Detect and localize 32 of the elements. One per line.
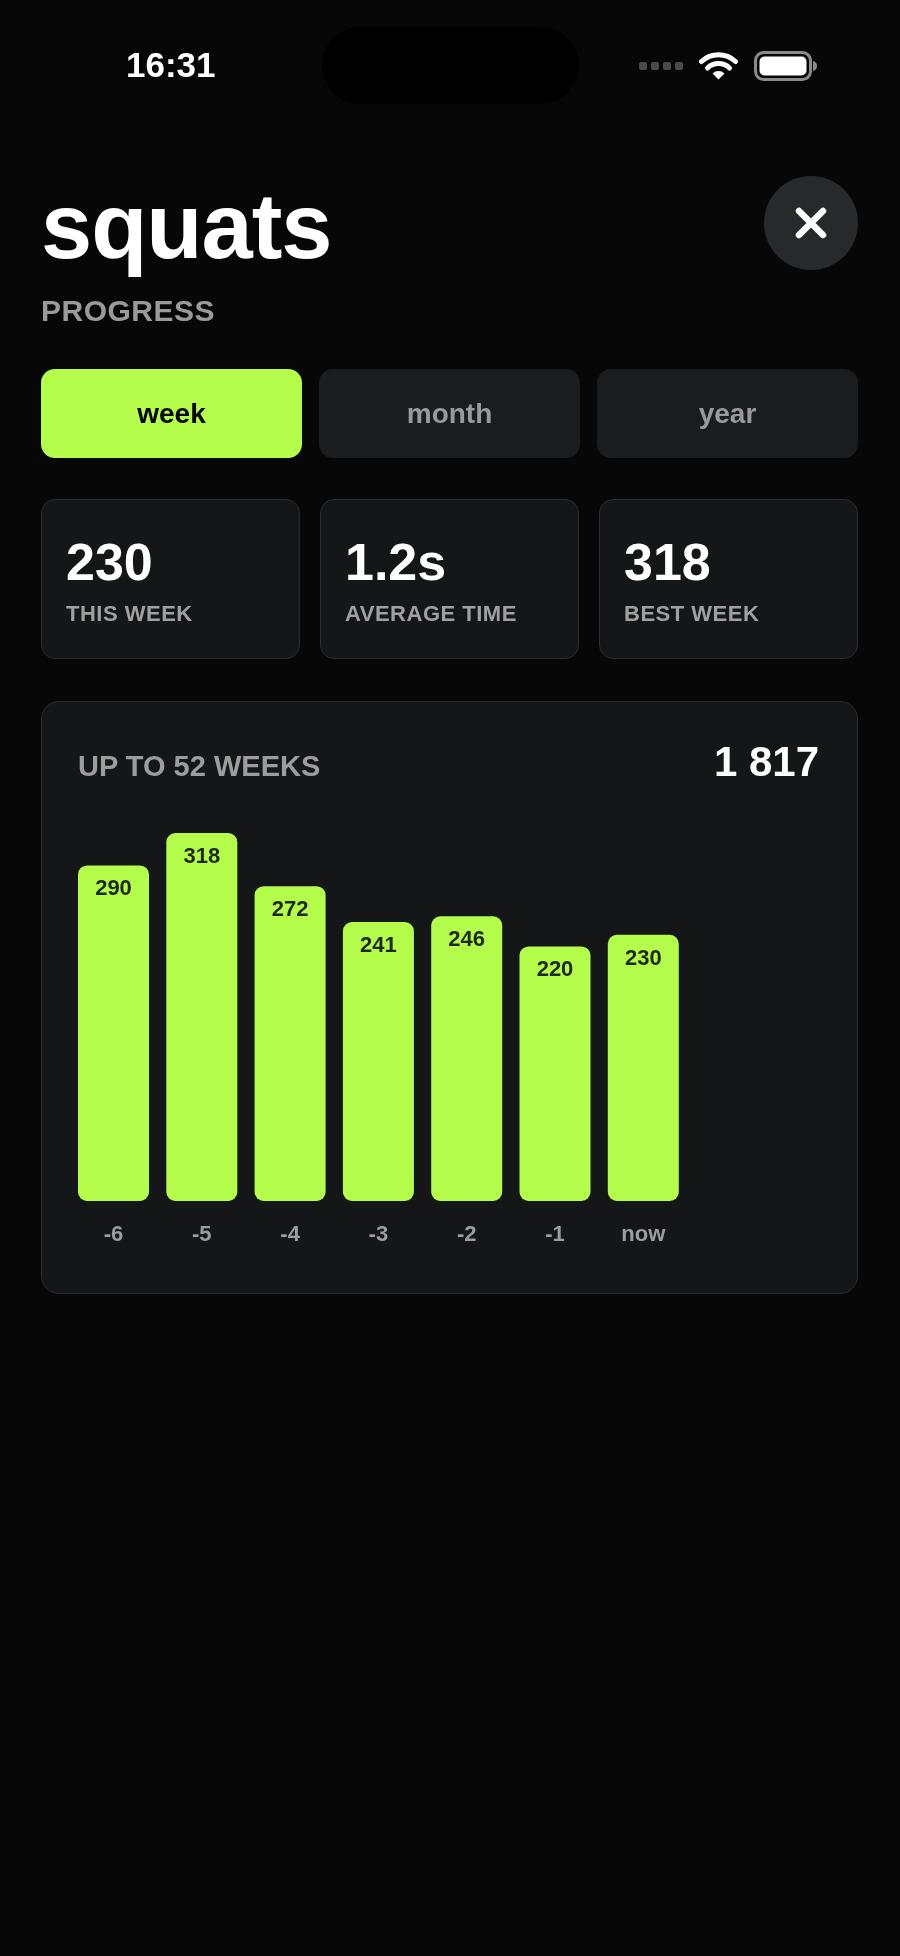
bar-value-label: 241 (360, 932, 397, 958)
section-subtitle: PROGRESS (41, 296, 216, 327)
wifi-icon (699, 51, 738, 80)
axis-label: -2 (456, 1221, 477, 1247)
bar-value-label: 230 (624, 945, 662, 971)
axis-label: -6 (103, 1221, 124, 1247)
axis-label: -3 (368, 1221, 389, 1247)
exercise-title: squats (41, 174, 332, 279)
axis-label: -4 (280, 1221, 300, 1247)
chart-total: 1 817 (713, 741, 819, 784)
stat-value: 318 (624, 536, 711, 589)
status-time: 16:31 (126, 45, 216, 84)
stat-value: 230 (66, 536, 153, 589)
stat-value: 1.2s (345, 536, 447, 589)
period-tab[interactable]: week (41, 369, 302, 459)
signal-icon (639, 61, 683, 70)
bar-value-label: 246 (448, 926, 486, 952)
period-tab[interactable]: year (597, 369, 858, 459)
period-tab[interactable]: month (319, 369, 580, 459)
stat-label: THIS WEEK (66, 603, 193, 626)
bar-value-label: 220 (536, 956, 574, 982)
battery-icon (754, 50, 817, 81)
close-icon (795, 207, 827, 239)
axis-label: now (621, 1221, 666, 1247)
stat-label: AVERAGE TIME (345, 603, 517, 626)
axis-label: -1 (545, 1221, 565, 1247)
stat-label: BEST WEEK (624, 603, 760, 626)
bar-value-label: 290 (95, 875, 132, 901)
bar-value-label: 318 (183, 843, 221, 869)
chart-title: UP TO 52 WEEKS (78, 752, 321, 782)
bar-value-label: 272 (271, 896, 309, 922)
axis-label: -5 (192, 1221, 212, 1247)
